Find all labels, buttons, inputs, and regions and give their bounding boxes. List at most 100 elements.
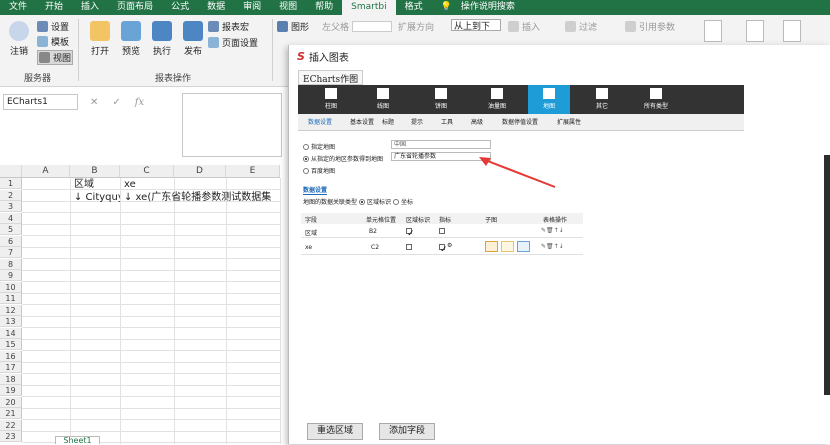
metric-checkbox[interactable] bbox=[439, 228, 445, 234]
chart-type-3[interactable]: 油量图 bbox=[476, 85, 518, 114]
row-header[interactable]: 2 bbox=[0, 189, 22, 201]
row-action-icons[interactable]: ✎🗑↑↓ bbox=[541, 227, 564, 234]
subtab-6[interactable]: 数据停值设置 bbox=[502, 117, 538, 126]
row-header[interactable]: 16 bbox=[0, 350, 22, 362]
cell-c1[interactable]: xe bbox=[124, 178, 174, 191]
execute-button[interactable]: 执行 bbox=[150, 21, 174, 57]
row-header[interactable]: 20 bbox=[0, 396, 22, 408]
chart-type-1[interactable]: 线图 bbox=[362, 85, 404, 114]
baidu-map-option[interactable]: 百度地图 bbox=[303, 166, 335, 175]
column-header[interactable]: C bbox=[120, 165, 174, 178]
menu-tell-me[interactable]: 操作说明搜索 bbox=[461, 0, 524, 15]
subchart-region-icon[interactable] bbox=[517, 241, 530, 252]
row-header[interactable]: 18 bbox=[0, 373, 22, 385]
row-header[interactable]: 22 bbox=[0, 419, 22, 431]
settings-button[interactable]: 设置 bbox=[37, 20, 69, 33]
menu-insert[interactable]: 插入 bbox=[72, 0, 108, 15]
menu-review[interactable]: 审阅 bbox=[234, 0, 270, 15]
cell-c2[interactable]: ↓ xe(广东省轮播参数测试数据集 bbox=[124, 191, 280, 204]
open-button[interactable]: 打开 bbox=[88, 21, 112, 57]
row-header[interactable]: 4 bbox=[0, 212, 22, 224]
subtab-0[interactable]: 数据设置 bbox=[308, 117, 332, 126]
chart-type-6[interactable]: 所有类型 bbox=[635, 85, 677, 114]
dialog-scrollbar[interactable] bbox=[824, 155, 830, 395]
row-header[interactable]: 8 bbox=[0, 258, 22, 270]
subtab-5[interactable]: 高级 bbox=[471, 117, 483, 126]
chart-type-4[interactable]: 地图 bbox=[528, 85, 570, 114]
row-header[interactable]: 12 bbox=[0, 304, 22, 316]
row-header[interactable]: 1 bbox=[0, 178, 22, 189]
view-button[interactable]: 视图 bbox=[37, 50, 74, 65]
row-header[interactable]: 17 bbox=[0, 362, 22, 373]
param-map-select[interactable]: 广东省轮播参数 bbox=[391, 152, 491, 161]
param-map-option[interactable]: 从指定的地区参数得到地图 bbox=[303, 154, 383, 163]
ribbon-tool-icon[interactable] bbox=[704, 20, 722, 42]
shape-button[interactable]: 图形 bbox=[277, 20, 309, 33]
select-all-corner[interactable] bbox=[0, 165, 22, 178]
reselect-region-button[interactable]: 重选区域 bbox=[307, 423, 363, 440]
chart-type-0[interactable]: 柱图 bbox=[310, 85, 352, 114]
publish-button[interactable]: 发布 bbox=[181, 21, 205, 57]
row-header[interactable]: 11 bbox=[0, 293, 22, 304]
row-action-icons[interactable]: ✎🗑↑↓ bbox=[541, 243, 564, 250]
fixed-map-option[interactable]: 指定地图 bbox=[303, 142, 335, 151]
template-button[interactable]: 模板 bbox=[37, 35, 69, 48]
subtab-3[interactable]: 提示 bbox=[411, 117, 423, 126]
menu-view[interactable]: 视图 bbox=[270, 0, 306, 15]
logout-button[interactable]: 注销 bbox=[8, 21, 30, 57]
menu-file[interactable]: 文件 bbox=[0, 0, 36, 15]
cell-b1[interactable]: 区域 bbox=[74, 178, 120, 191]
row-header[interactable]: 10 bbox=[0, 281, 22, 293]
radio-icon[interactable] bbox=[393, 198, 400, 205]
subchart-map-icon[interactable] bbox=[501, 241, 514, 252]
cell-b2[interactable]: ↓ Cityquy( bbox=[74, 191, 120, 204]
filter-button[interactable]: 过滤 bbox=[565, 20, 597, 33]
row-header[interactable]: 19 bbox=[0, 385, 22, 396]
ribbon-tool-icon[interactable] bbox=[746, 20, 764, 42]
menu-page-layout[interactable]: 页面布局 bbox=[108, 0, 162, 15]
row-header[interactable]: 21 bbox=[0, 408, 22, 419]
add-field-button[interactable]: 添加字段 bbox=[379, 423, 435, 440]
column-header[interactable]: D bbox=[174, 165, 226, 178]
metric-checkbox[interactable]: ✓ bbox=[439, 244, 448, 255]
row-header[interactable]: 9 bbox=[0, 270, 22, 281]
confirm-icon[interactable]: ✓ bbox=[112, 97, 120, 108]
expand-direction-select[interactable]: 从上到下 bbox=[451, 19, 501, 32]
fixed-map-select[interactable]: 中国 bbox=[391, 140, 491, 149]
left-parent-select[interactable]: 左父格 bbox=[322, 20, 393, 33]
subtab-2[interactable]: 标题 bbox=[382, 117, 394, 126]
page-setup-button[interactable]: 页面设置 bbox=[208, 36, 258, 49]
chart-type-2[interactable]: 饼图 bbox=[420, 85, 462, 114]
row-header[interactable]: 15 bbox=[0, 339, 22, 350]
row-header[interactable]: 23 bbox=[0, 431, 22, 442]
row-header[interactable]: 3 bbox=[0, 201, 22, 212]
ref-param-button[interactable]: 引用参数 bbox=[625, 20, 675, 33]
left-parent-field[interactable] bbox=[352, 21, 393, 32]
sheet-tab[interactable]: Sheet1 bbox=[55, 436, 100, 445]
row-header[interactable]: 13 bbox=[0, 316, 22, 327]
subtab-4[interactable]: 工具 bbox=[441, 117, 453, 126]
menu-help[interactable]: 帮助 bbox=[306, 0, 342, 15]
subtab-1[interactable]: 基本设置 bbox=[350, 117, 374, 126]
radio-icon[interactable] bbox=[359, 198, 366, 205]
fx-icon[interactable]: fx bbox=[135, 97, 144, 108]
report-macro-button[interactable]: 报表宏 bbox=[208, 20, 249, 33]
menu-smartbi[interactable]: Smartbi bbox=[342, 0, 396, 15]
ribbon-tool-icon[interactable] bbox=[783, 20, 801, 42]
cancel-icon[interactable]: ✕ bbox=[90, 97, 98, 108]
insert-button[interactable]: 插入 bbox=[508, 20, 540, 33]
row-header[interactable]: 7 bbox=[0, 247, 22, 258]
region-id-checkbox[interactable]: ✓ bbox=[406, 228, 415, 239]
row-header[interactable]: 14 bbox=[0, 327, 22, 339]
row-header[interactable]: 6 bbox=[0, 235, 22, 247]
menu-data[interactable]: 数据 bbox=[198, 0, 234, 15]
column-header[interactable]: E bbox=[226, 165, 280, 178]
column-header[interactable]: B bbox=[70, 165, 120, 178]
menu-format[interactable]: 格式 bbox=[396, 0, 432, 15]
name-box[interactable]: ECharts1 bbox=[3, 94, 78, 110]
menu-formulas[interactable]: 公式 bbox=[162, 0, 198, 15]
menu-home[interactable]: 开始 bbox=[36, 0, 72, 15]
row-header[interactable]: 5 bbox=[0, 224, 22, 235]
column-header[interactable]: A bbox=[22, 165, 70, 178]
chart-type-5[interactable]: 其它 bbox=[581, 85, 623, 114]
